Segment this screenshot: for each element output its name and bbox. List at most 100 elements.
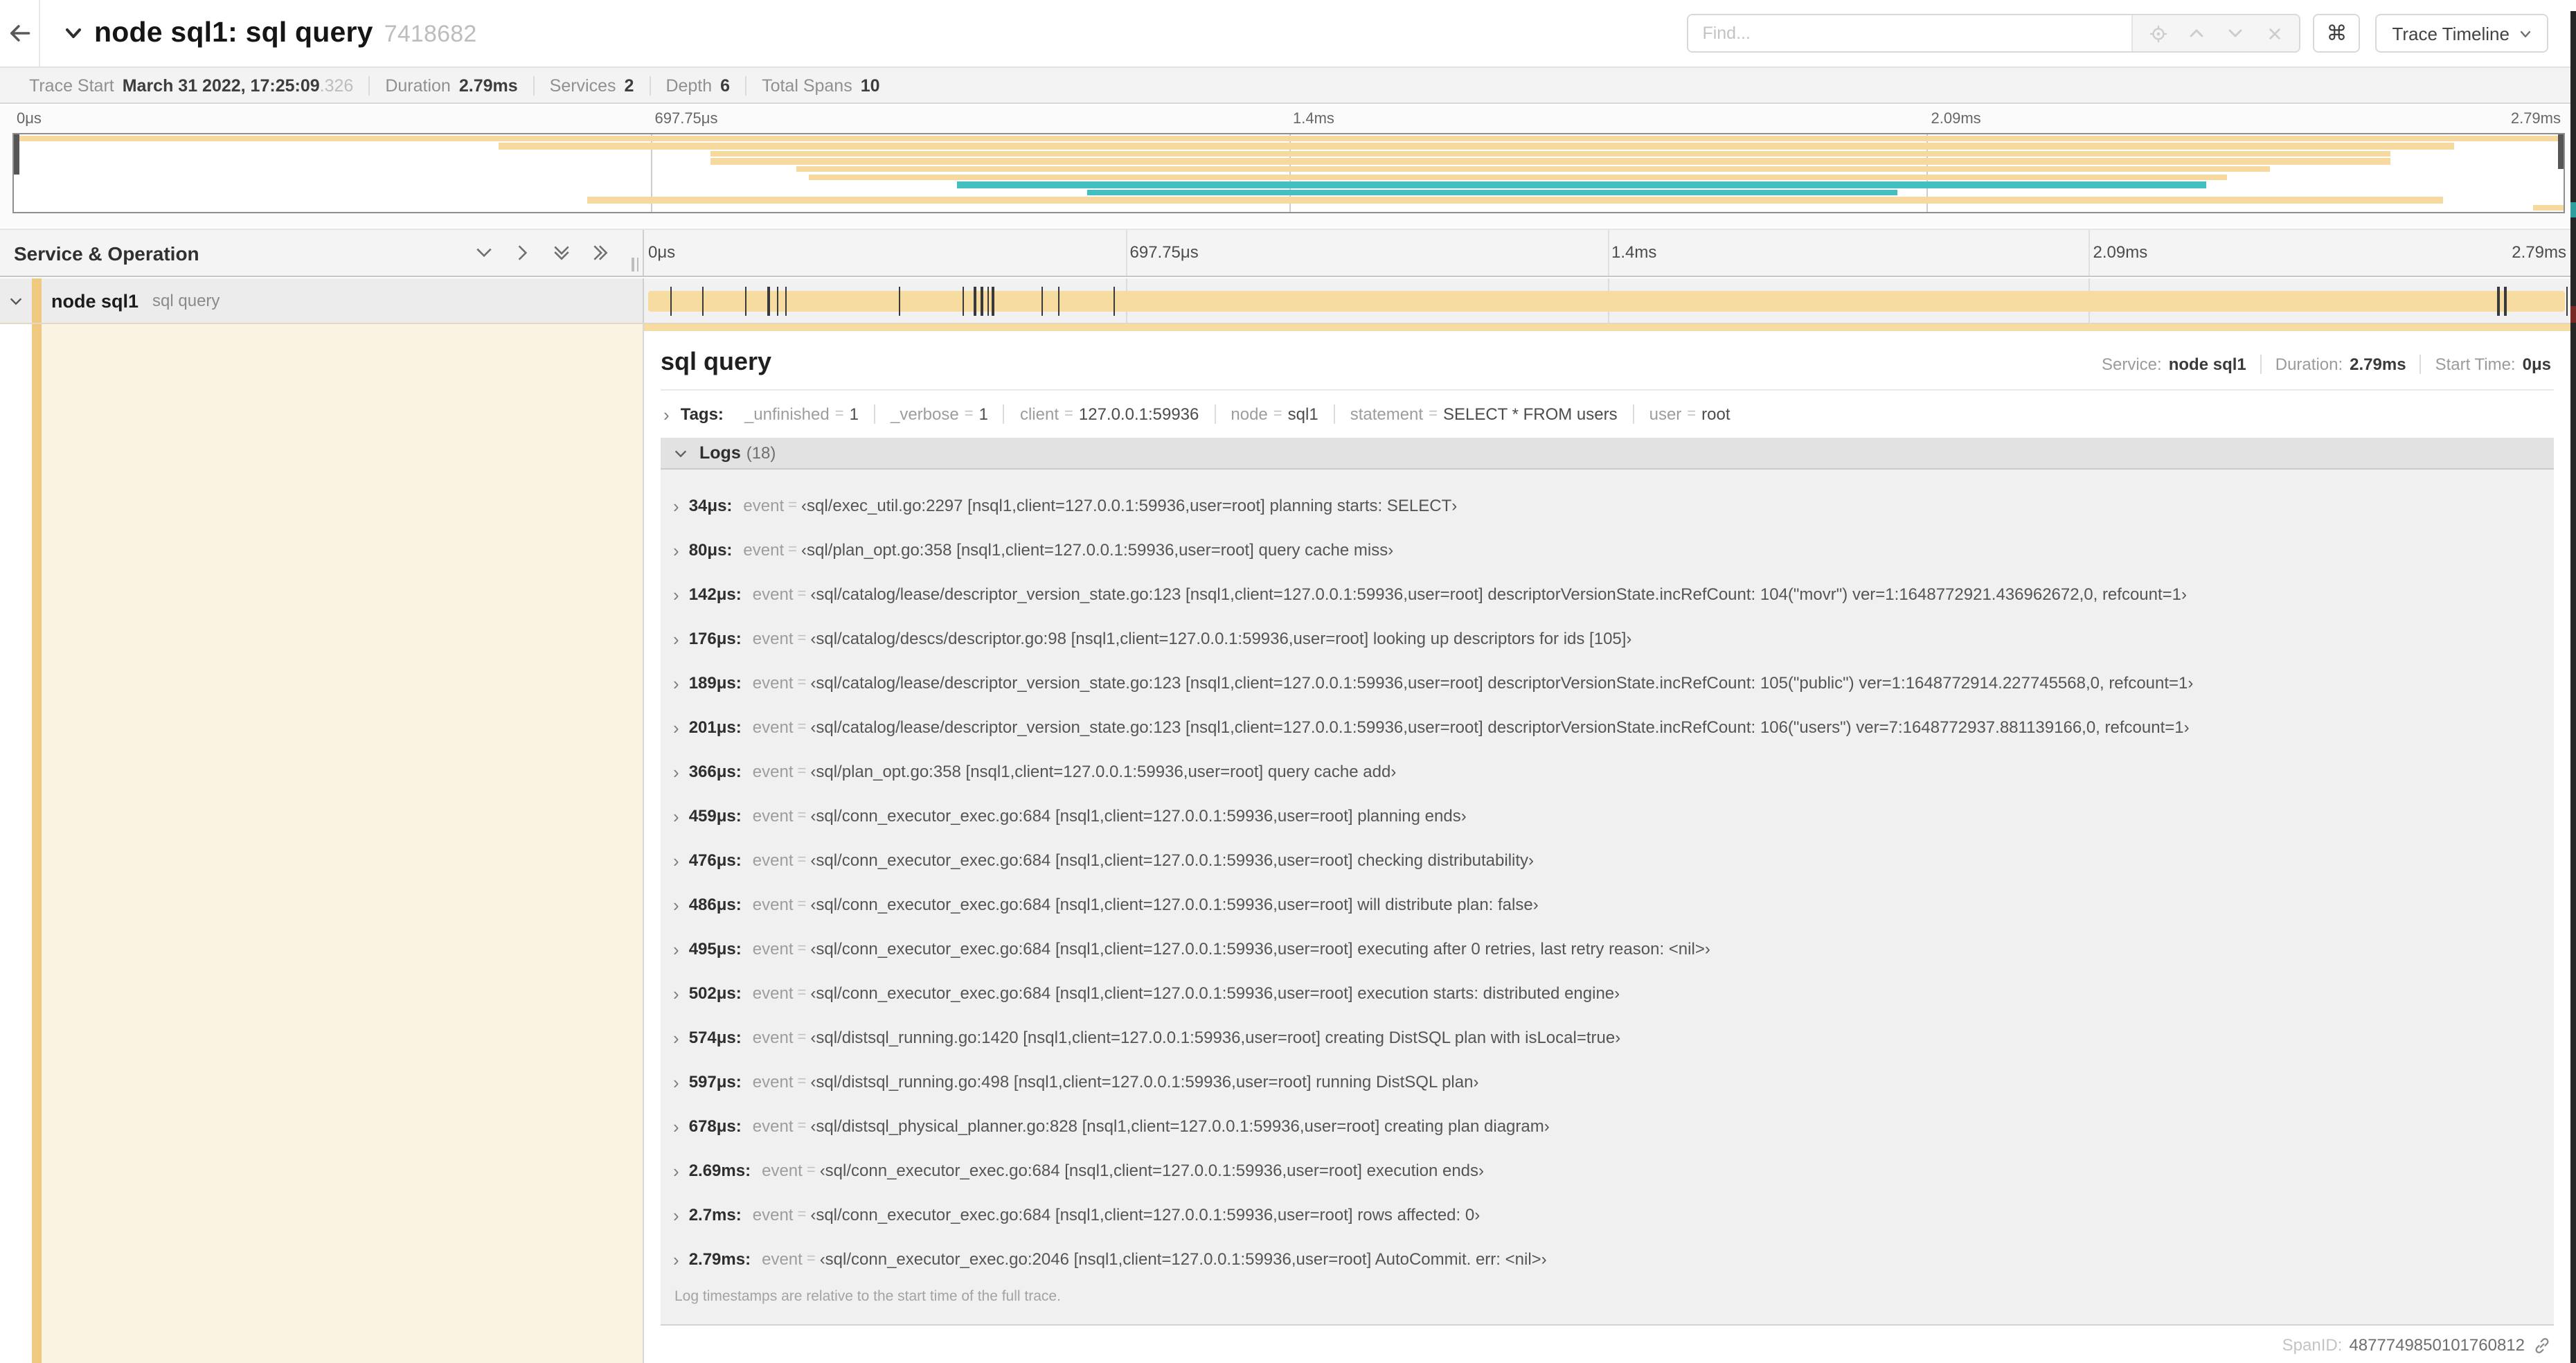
- log-expand-chevron-icon[interactable]: ›: [673, 763, 679, 781]
- log-expand-chevron-icon[interactable]: ›: [673, 984, 679, 1002]
- log-marker-tick[interactable]: [2566, 287, 2568, 316]
- log-expand-chevron-icon[interactable]: ›: [673, 1073, 679, 1091]
- log-marker-tick[interactable]: [776, 287, 779, 316]
- log-marker-tick[interactable]: [701, 287, 704, 316]
- log-row[interactable]: › 597μs: event = ‹sql/distsql_running.go…: [673, 1060, 2543, 1104]
- log-row[interactable]: › 189μs: event = ‹sql/catalog/lease/desc…: [673, 661, 2543, 705]
- span-collapse-chevron-icon[interactable]: [8, 293, 24, 308]
- minimap-canvas[interactable]: [12, 133, 2565, 213]
- log-row[interactable]: › 176μs: event = ‹sql/catalog/descs/desc…: [673, 616, 2543, 661]
- keyboard-shortcuts-button[interactable]: ⌘: [2313, 14, 2361, 53]
- log-row[interactable]: › 476μs: event = ‹sql/conn_executor_exec…: [673, 838, 2543, 882]
- log-marker-tick[interactable]: [898, 287, 901, 316]
- log-marker-tick[interactable]: [1057, 287, 1059, 316]
- log-row[interactable]: › 495μs: event = ‹sql/conn_executor_exec…: [673, 927, 2543, 971]
- find-next-icon[interactable]: [2216, 15, 2255, 51]
- log-row[interactable]: › 459μs: event = ‹sql/conn_executor_exec…: [673, 794, 2543, 838]
- locate-icon[interactable]: [2138, 15, 2177, 51]
- expand-one-icon[interactable]: [514, 244, 532, 262]
- log-expand-chevron-icon[interactable]: ›: [673, 718, 679, 736]
- logs-header[interactable]: Logs (18): [661, 438, 2554, 470]
- find-prev-icon[interactable]: [2177, 15, 2216, 51]
- log-marker-tick[interactable]: [962, 287, 965, 316]
- back-arrow-icon: [7, 21, 32, 46]
- minimap-right-drag-handle[interactable]: [2558, 134, 2564, 169]
- log-equals: =: [788, 497, 797, 514]
- log-expand-chevron-icon[interactable]: ›: [673, 1028, 679, 1046]
- summary-label: Total Spans: [762, 75, 852, 95]
- span-operation-name: sql query: [152, 291, 220, 310]
- log-marker-tick[interactable]: [981, 287, 983, 316]
- summary-label: Trace Start: [29, 75, 114, 95]
- log-equals: =: [797, 941, 807, 957]
- log-field-name: event: [752, 585, 794, 604]
- log-expand-chevron-icon[interactable]: ›: [673, 674, 679, 692]
- column-resize-handle[interactable]: [632, 258, 638, 271]
- log-marker-tick[interactable]: [2504, 287, 2507, 316]
- log-expand-chevron-icon[interactable]: ›: [673, 541, 679, 559]
- span-duration-bar[interactable]: [648, 291, 2565, 312]
- tags-row[interactable]: › Tags: _unfinished = 1 _verbose = 1 cli…: [661, 404, 2554, 424]
- tag-item: _verbose = 1: [873, 404, 1003, 424]
- log-expand-chevron-icon[interactable]: ›: [673, 630, 679, 648]
- span-row-name-column[interactable]: node sql1 sql query: [0, 278, 644, 323]
- log-row[interactable]: › 2.79ms: event = ‹sql/conn_executor_exe…: [673, 1237, 2543, 1281]
- clear-find-icon[interactable]: [2255, 15, 2293, 51]
- logs-count: (18): [746, 443, 776, 463]
- logs-title: Logs: [699, 443, 741, 463]
- deep-link-icon[interactable]: [2533, 1336, 2551, 1354]
- find-input[interactable]: [1688, 15, 2132, 51]
- collapse-one-icon[interactable]: [475, 244, 493, 262]
- log-expand-chevron-icon[interactable]: ›: [673, 1206, 679, 1224]
- log-message: ‹sql/conn_executor_exec.go:684 [nsql1,cl…: [810, 850, 1535, 870]
- log-equals: =: [797, 586, 807, 603]
- log-expand-chevron-icon[interactable]: ›: [673, 807, 679, 825]
- back-button[interactable]: [0, 0, 40, 66]
- tags-expand-chevron-icon[interactable]: ›: [663, 405, 670, 423]
- log-marker-tick[interactable]: [767, 287, 770, 316]
- timeline-ruler: 0μs 697.75μs 1.4ms 2.09ms 2.79ms: [644, 230, 2572, 276]
- service-operation-header: Service & Operation: [0, 230, 644, 276]
- log-row[interactable]: › 502μs: event = ‹sql/conn_executor_exec…: [673, 971, 2543, 1015]
- log-marker-tick[interactable]: [744, 287, 746, 316]
- log-row[interactable]: › 366μs: event = ‹sql/plan_opt.go:358 [n…: [673, 749, 2543, 794]
- log-row[interactable]: › 2.69ms: event = ‹sql/conn_executor_exe…: [673, 1148, 2543, 1193]
- log-row[interactable]: › 80μs: event = ‹sql/plan_opt.go:358 [ns…: [673, 528, 2543, 572]
- logs-collapse-chevron-icon[interactable]: [673, 445, 688, 461]
- log-row[interactable]: › 678μs: event = ‹sql/distsql_physical_p…: [673, 1104, 2543, 1148]
- log-expand-chevron-icon[interactable]: ›: [673, 585, 679, 603]
- log-expand-chevron-icon[interactable]: ›: [673, 851, 679, 869]
- log-marker-tick[interactable]: [992, 287, 994, 316]
- log-expand-chevron-icon[interactable]: ›: [673, 1117, 679, 1135]
- log-marker-tick[interactable]: [974, 287, 976, 316]
- log-row[interactable]: › 34μs: event = ‹sql/exec_util.go:2297 […: [673, 483, 2543, 528]
- log-row[interactable]: › 2.7ms: event = ‹sql/conn_executor_exec…: [673, 1193, 2543, 1237]
- log-expand-chevron-icon[interactable]: ›: [673, 497, 679, 515]
- log-row[interactable]: › 574μs: event = ‹sql/distsql_running.go…: [673, 1015, 2543, 1060]
- log-marker-tick[interactable]: [987, 287, 990, 316]
- minimap-left-drag-handle[interactable]: [14, 134, 19, 175]
- log-equals: =: [797, 1206, 807, 1223]
- log-expand-chevron-icon[interactable]: ›: [673, 940, 679, 958]
- tag-equals: =: [1273, 406, 1282, 422]
- log-expand-chevron-icon[interactable]: ›: [673, 1161, 679, 1179]
- log-row[interactable]: › 486μs: event = ‹sql/conn_executor_exec…: [673, 882, 2543, 927]
- minimap-span-bar: [809, 174, 2227, 181]
- log-expand-chevron-icon[interactable]: ›: [673, 896, 679, 914]
- log-marker-tick[interactable]: [1041, 287, 1044, 316]
- log-expand-chevron-icon[interactable]: ›: [673, 1250, 679, 1268]
- log-row[interactable]: › 142μs: event = ‹sql/catalog/lease/desc…: [673, 572, 2543, 616]
- log-marker-tick[interactable]: [785, 287, 787, 316]
- minimap-span-bar: [957, 181, 2207, 188]
- span-service-name[interactable]: node sql1: [51, 290, 138, 311]
- expand-all-icon[interactable]: [591, 244, 609, 262]
- span-bar-wrap[interactable]: [647, 278, 2568, 323]
- log-marker-tick[interactable]: [670, 287, 672, 316]
- collapse-trace-chevron-icon[interactable]: [64, 24, 83, 43]
- log-row[interactable]: › 201μs: event = ‹sql/catalog/lease/desc…: [673, 705, 2543, 749]
- log-marker-tick[interactable]: [2497, 287, 2500, 316]
- log-timestamp: 2.69ms:: [688, 1161, 751, 1180]
- log-marker-tick[interactable]: [1113, 287, 1116, 316]
- view-selector-button[interactable]: Trace Timeline: [2375, 14, 2548, 53]
- collapse-all-icon[interactable]: [553, 244, 571, 262]
